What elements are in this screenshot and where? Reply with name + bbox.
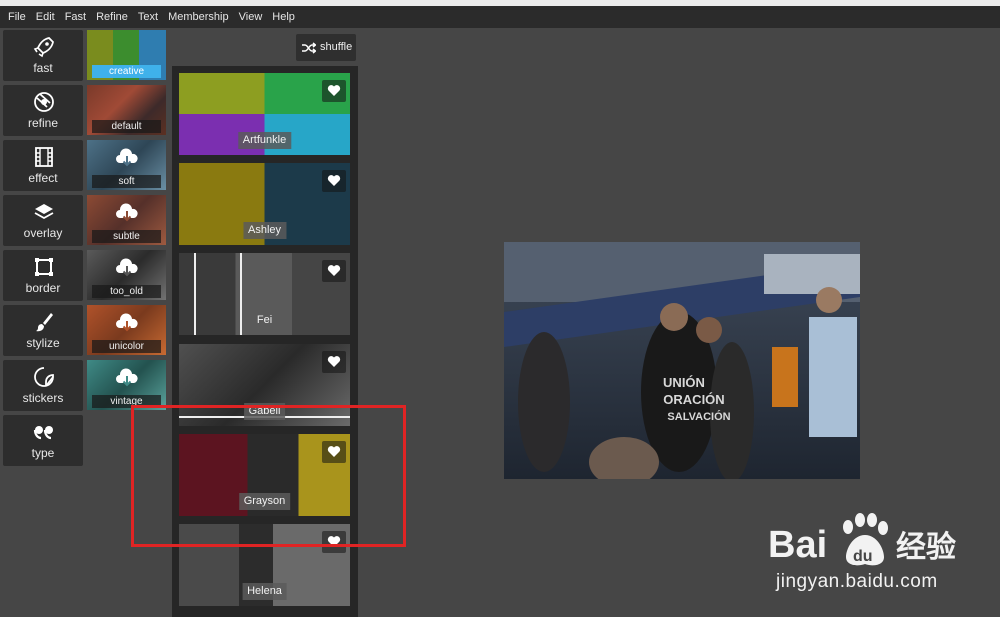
preset-vintage[interactable]: vintage — [87, 360, 166, 410]
menu-refine[interactable]: Refine — [91, 6, 133, 28]
shuffle-label: shuffle — [320, 41, 353, 53]
preset-label: too_old — [92, 285, 161, 298]
svg-text:经验: 经验 — [896, 530, 956, 565]
filter-card-fei[interactable]: Fei — [179, 253, 350, 335]
preset-soft[interactable]: soft — [87, 140, 166, 190]
photo-preview[interactable]: UNIÓN ORACIÓN SALVACIÓN — [504, 242, 860, 479]
heart-icon — [327, 85, 341, 96]
shuffle-button[interactable]: shuffle — [296, 34, 356, 61]
watermark-url: jingyan.baidu.com — [776, 571, 938, 592]
menu-fast[interactable]: Fast — [60, 6, 91, 28]
filter-label: Fei — [251, 312, 278, 329]
photo-image: UNIÓN ORACIÓN SALVACIÓN — [504, 242, 860, 479]
preset-label: creative — [92, 65, 161, 78]
filter-card-ashley[interactable]: Ashley — [179, 163, 350, 245]
tool-type-button[interactable]: type — [3, 415, 83, 466]
tool-label: stylize — [26, 336, 60, 350]
preset-label: subtle — [92, 230, 161, 243]
tool-fast-button[interactable]: fast — [3, 30, 83, 81]
menu-file[interactable]: File — [0, 6, 31, 28]
sticker-icon — [34, 367, 54, 387]
tool-stylize-button[interactable]: stylize — [3, 305, 83, 356]
tool-label: fast — [33, 61, 53, 75]
svg-text:Bai: Bai — [768, 524, 827, 566]
preset-subtle[interactable]: subtle — [87, 195, 166, 245]
svg-text:SALVACIÓN: SALVACIÓN — [667, 410, 730, 423]
tool-label: overlay — [23, 226, 63, 240]
heart-icon — [327, 356, 341, 367]
tool-label: effect — [28, 171, 58, 185]
menu-text[interactable]: Text — [133, 6, 163, 28]
heart-icon — [327, 265, 341, 276]
tool-label: refine — [27, 116, 59, 130]
tool-label: stickers — [22, 391, 64, 405]
highlight-box — [131, 405, 406, 547]
svg-text:du: du — [853, 548, 873, 565]
preset-default[interactable]: default — [87, 85, 166, 135]
tool-overlay-button[interactable]: overlay — [3, 195, 83, 246]
quote-icon — [33, 426, 53, 440]
favorite-button[interactable] — [322, 170, 346, 192]
filter-card-artfunkle[interactable]: Artfunkle — [179, 73, 350, 155]
tool-stickers-button[interactable]: stickers — [3, 360, 83, 411]
preset-creative[interactable]: creative — [87, 30, 166, 80]
tool-border-button[interactable]: border — [3, 250, 83, 301]
favorite-button[interactable] — [322, 80, 346, 102]
tool-label: border — [25, 281, 61, 295]
layers-icon — [34, 204, 54, 220]
preset-label: default — [92, 120, 161, 133]
favorite-button[interactable] — [322, 351, 346, 373]
preset-label: soft — [92, 175, 161, 188]
menu-view[interactable]: View — [234, 6, 268, 28]
cloud-download-icon — [116, 313, 138, 332]
menu-bar: File Edit Fast Refine Text Membership Vi… — [0, 6, 1000, 28]
cloud-download-icon — [116, 148, 138, 167]
filter-frame-lines — [194, 253, 242, 335]
menu-membership[interactable]: Membership — [163, 6, 234, 28]
tool-effect-button[interactable]: effect — [3, 140, 83, 191]
rocket-icon — [33, 37, 54, 58]
filter-label: Helena — [242, 583, 287, 600]
heart-icon — [327, 175, 341, 186]
preset-label: unicolor — [92, 340, 161, 353]
shuffle-icon — [302, 42, 316, 54]
watermark: Bai du 经验 jingyan.baidu.com — [768, 511, 998, 611]
baidu-logo-icon: Bai du 经验 — [768, 513, 956, 566]
svg-text:UNIÓN: UNIÓN — [663, 375, 705, 390]
filter-label: Artfunkle — [237, 132, 292, 149]
frame-icon — [35, 258, 53, 276]
filter-label: Ashley — [242, 222, 287, 239]
preset-too-old[interactable]: too_old — [87, 250, 166, 300]
favorite-button[interactable] — [322, 260, 346, 282]
aperture-icon — [34, 92, 54, 112]
tool-label: type — [31, 446, 55, 460]
tool-refine-button[interactable]: refine — [3, 85, 83, 136]
preset-unicolor[interactable]: unicolor — [87, 305, 166, 355]
cloud-download-icon — [116, 258, 138, 277]
film-icon — [35, 147, 53, 167]
svg-text:ORACIÓN: ORACIÓN — [663, 392, 724, 407]
menu-edit[interactable]: Edit — [31, 6, 60, 28]
cloud-download-icon — [116, 203, 138, 222]
cloud-download-icon — [116, 368, 138, 387]
menu-help[interactable]: Help — [267, 6, 300, 28]
brush-icon — [36, 313, 53, 332]
